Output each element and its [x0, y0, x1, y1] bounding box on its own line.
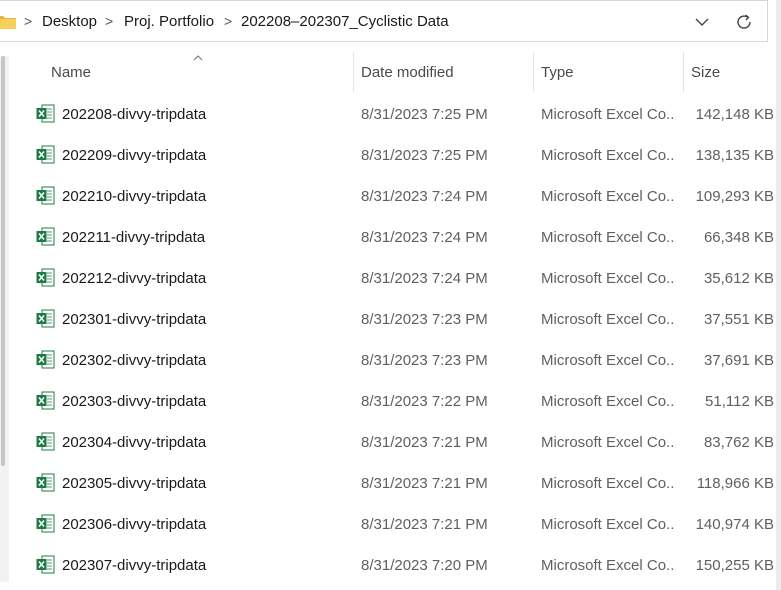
file-type: Microsoft Excel Co...	[541, 270, 675, 287]
file-size: 140,974 KB	[695, 516, 774, 533]
file-name: 202305-divvy-tripdata	[62, 475, 207, 492]
file-type: Microsoft Excel Co...	[541, 475, 675, 492]
sort-ascending-caret-icon	[193, 55, 203, 61]
column-divider[interactable]	[353, 52, 354, 92]
file-type: Microsoft Excel Co...	[541, 516, 675, 533]
excel-csv-file-icon	[36, 186, 55, 205]
column-header-size[interactable]: Size	[691, 64, 720, 81]
column-header-type[interactable]: Type	[541, 64, 574, 81]
file-size: 37,691 KB	[703, 352, 774, 369]
column-header-name[interactable]: Name	[51, 64, 91, 81]
file-row[interactable]: 202302-divvy-tripdata 8/31/2023 7:23 PM …	[24, 341, 776, 382]
file-name: 202210-divvy-tripdata	[62, 188, 207, 205]
file-type: Microsoft Excel Co...	[541, 557, 675, 574]
breadcrumb-item-current-folder[interactable]: 202208–202307_Cyclistic Data	[241, 13, 449, 30]
file-size: 150,255 KB	[695, 557, 774, 574]
excel-csv-file-icon	[36, 350, 55, 369]
file-size: 35,612 KB	[703, 270, 774, 287]
file-type: Microsoft Excel Co...	[541, 352, 675, 369]
file-name: 202306-divvy-tripdata	[62, 516, 207, 533]
file-date-modified: 8/31/2023 7:24 PM	[361, 229, 488, 246]
file-type: Microsoft Excel Co...	[541, 229, 675, 246]
chevron-down-icon[interactable]	[691, 11, 713, 33]
file-name: 202301-divvy-tripdata	[62, 311, 207, 328]
file-type: Microsoft Excel Co...	[541, 434, 675, 451]
file-date-modified: 8/31/2023 7:21 PM	[361, 516, 488, 533]
file-date-modified: 8/31/2023 7:20 PM	[361, 557, 488, 574]
excel-csv-file-icon	[36, 104, 55, 123]
address-bar[interactable]: > Desktop > Proj. Portfolio > 202208–202…	[0, 0, 768, 42]
file-name: 202303-divvy-tripdata	[62, 393, 207, 410]
file-type: Microsoft Excel Co...	[541, 188, 675, 205]
file-name: 202302-divvy-tripdata	[62, 352, 207, 369]
file-name: 202208-divvy-tripdata	[62, 106, 207, 123]
excel-csv-file-icon	[36, 145, 55, 164]
file-type: Microsoft Excel Co...	[541, 147, 675, 164]
file-date-modified: 8/31/2023 7:21 PM	[361, 434, 488, 451]
excel-csv-file-icon	[36, 514, 55, 533]
file-row[interactable]: 202210-divvy-tripdata 8/31/2023 7:24 PM …	[24, 177, 776, 218]
file-size: 142,148 KB	[695, 106, 774, 123]
file-size: 66,348 KB	[703, 229, 774, 246]
navigation-pane-scrollbar[interactable]	[0, 56, 9, 582]
breadcrumb-item-desktop[interactable]: Desktop	[42, 13, 97, 30]
column-divider[interactable]	[533, 52, 534, 92]
breadcrumb-separator-icon: >	[224, 13, 233, 29]
file-date-modified: 8/31/2023 7:25 PM	[361, 106, 488, 123]
file-size: 109,293 KB	[695, 188, 774, 205]
file-name: 202209-divvy-tripdata	[62, 147, 207, 164]
file-name: 202307-divvy-tripdata	[62, 557, 207, 574]
file-row[interactable]: 202304-divvy-tripdata 8/31/2023 7:21 PM …	[24, 423, 776, 464]
file-row[interactable]: 202208-divvy-tripdata 8/31/2023 7:25 PM …	[24, 95, 776, 136]
file-row[interactable]: 202301-divvy-tripdata 8/31/2023 7:23 PM …	[24, 300, 776, 341]
file-row[interactable]: 202209-divvy-tripdata 8/31/2023 7:25 PM …	[24, 136, 776, 177]
file-row[interactable]: 202211-divvy-tripdata 8/31/2023 7:24 PM …	[24, 218, 776, 259]
column-header-date-modified[interactable]: Date modified	[361, 64, 454, 81]
excel-csv-file-icon	[36, 555, 55, 574]
breadcrumb-separator-icon: >	[24, 13, 33, 29]
excel-csv-file-icon	[36, 268, 55, 287]
scrollbar-thumb[interactable]	[1, 56, 5, 466]
excel-csv-file-icon	[36, 473, 55, 492]
file-name: 202211-divvy-tripdata	[62, 229, 206, 246]
file-size: 51,112 KB	[705, 393, 774, 410]
file-date-modified: 8/31/2023 7:23 PM	[361, 311, 488, 328]
folder-icon	[0, 16, 16, 29]
file-row[interactable]: 202303-divvy-tripdata 8/31/2023 7:22 PM …	[24, 382, 776, 423]
file-row[interactable]: 202212-divvy-tripdata 8/31/2023 7:24 PM …	[24, 259, 776, 300]
file-size: 118,966 KB	[696, 475, 774, 492]
file-size: 83,762 KB	[703, 434, 774, 451]
column-divider[interactable]	[683, 52, 684, 92]
file-name: 202212-divvy-tripdata	[62, 270, 207, 287]
file-size: 37,551 KB	[703, 311, 774, 328]
file-date-modified: 8/31/2023 7:24 PM	[361, 270, 488, 287]
file-type: Microsoft Excel Co...	[541, 311, 675, 328]
file-row[interactable]: 202306-divvy-tripdata 8/31/2023 7:21 PM …	[24, 505, 776, 546]
refresh-icon[interactable]	[733, 11, 755, 33]
file-date-modified: 8/31/2023 7:24 PM	[361, 188, 488, 205]
window-edge	[776, 0, 781, 590]
file-date-modified: 8/31/2023 7:21 PM	[361, 475, 488, 492]
file-size: 138,135 KB	[695, 147, 774, 164]
excel-csv-file-icon	[36, 227, 55, 246]
file-row[interactable]: 202307-divvy-tripdata 8/31/2023 7:20 PM …	[24, 546, 776, 587]
file-date-modified: 8/31/2023 7:22 PM	[361, 393, 488, 410]
breadcrumb-separator-icon: >	[105, 13, 114, 29]
excel-csv-file-icon	[36, 391, 55, 410]
column-header-row: Name Date modified Type Size	[0, 52, 776, 92]
file-row[interactable]: 202305-divvy-tripdata 8/31/2023 7:21 PM …	[24, 464, 776, 505]
file-date-modified: 8/31/2023 7:25 PM	[361, 147, 488, 164]
breadcrumb-item-proj-portfolio[interactable]: Proj. Portfolio	[124, 13, 214, 30]
excel-csv-file-icon	[36, 309, 55, 328]
file-type: Microsoft Excel Co...	[541, 106, 675, 123]
file-name: 202304-divvy-tripdata	[62, 434, 207, 451]
excel-csv-file-icon	[36, 432, 55, 451]
file-date-modified: 8/31/2023 7:23 PM	[361, 352, 488, 369]
file-type: Microsoft Excel Co...	[541, 393, 675, 410]
